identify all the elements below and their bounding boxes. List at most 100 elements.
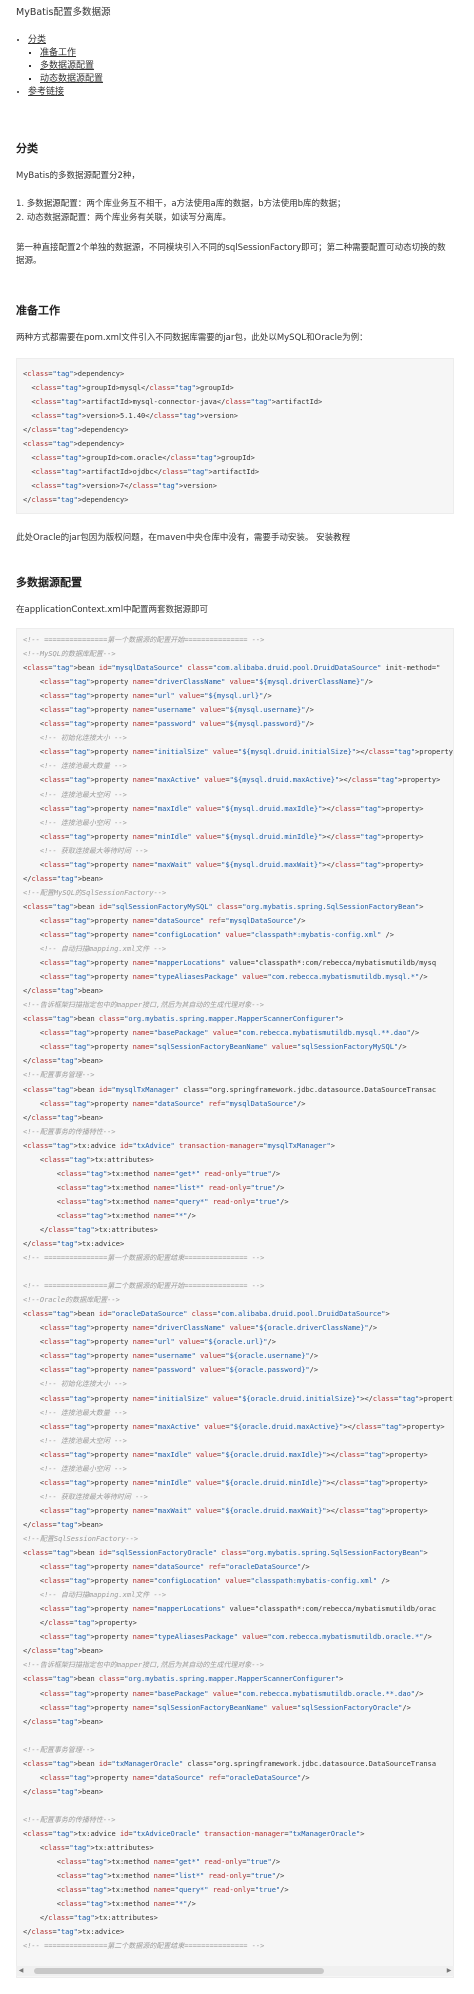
toc-item-dynamic-datasource[interactable]: 动态数据源配置 xyxy=(40,73,474,86)
code-line: </class="tag">tx:advice> xyxy=(23,1240,125,1249)
code-line: <class="tag">property name="username" va… xyxy=(23,706,314,715)
scrollbar-thumb[interactable] xyxy=(34,1968,324,1974)
toc-link-classification[interactable]: 分类 xyxy=(28,35,46,45)
toc-link-multi-datasource[interactable]: 多数据源配置 xyxy=(40,61,94,71)
table-of-contents: 分类 准备工作 多数据源配置 动态数据源配置 参考链接 xyxy=(16,34,474,99)
code-line: <class="tag">property name="mapperLocati… xyxy=(23,1605,437,1614)
pom-dependencies-code: <class="tag">dependency> <class="tag">gr… xyxy=(16,358,454,514)
code-line: <!-- 自动扫描mapping.xml文件 --> xyxy=(23,1591,167,1600)
code-line: <!--配置事务的传播特性--> xyxy=(23,1815,116,1824)
code-line: <class="tag">artifactId>mysql-connector-… xyxy=(23,398,323,406)
code-line: <!-- 连接池最大数量 --> xyxy=(23,1408,127,1417)
code-line: <class="tag">bean id="sqlSessionFactoryO… xyxy=(23,1549,428,1558)
toc-item-references[interactable]: 参考链接 xyxy=(28,86,474,99)
code-line: <!-- 初始化连接大小 --> xyxy=(23,1380,127,1389)
code-line: <!-- ===============第一个数据源的配置开始=========… xyxy=(23,636,265,644)
code-line: <class="tag">property name="maxActive" v… xyxy=(23,776,441,785)
code-line: </class="tag">bean> xyxy=(23,1113,104,1122)
code-line: <class="tag">tx:method name="*"/> xyxy=(23,1211,196,1220)
code-line: <!--Oracle的数据库配置--> xyxy=(23,1296,120,1305)
code-line: </class="tag">bean> xyxy=(23,1717,104,1726)
application-context-code: <!-- ===============第一个数据源的配置开始=========… xyxy=(16,628,454,1978)
multi-datasource-intro: 在applicationContext.xml中配置两套数据源即可 xyxy=(16,605,209,615)
code-line: <class="tag">property name="url" value="… xyxy=(23,1338,276,1347)
code-line: <class="tag">property name="basePackage"… xyxy=(23,1029,420,1038)
code-line: <class="tag">property name="password" va… xyxy=(23,1366,319,1375)
code-line: <class="tag">property name="dataSource" … xyxy=(23,1099,306,1108)
code-line: </class="tag">bean> xyxy=(23,987,104,996)
toc-link-preparation[interactable]: 准备工作 xyxy=(40,48,76,58)
code-line: <class="tag">tx:method name="*"/> xyxy=(23,1900,196,1909)
code-line: </class="tag">bean> xyxy=(23,1057,104,1066)
code-line: <class="tag">property name="maxWait" val… xyxy=(23,1506,428,1515)
code-line: </class="tag">tx:advice> xyxy=(23,1928,125,1937)
heading-multi-datasource: 多数据源配置 xyxy=(16,576,82,589)
code-line: <class="tag">tx:attributes> xyxy=(23,1155,154,1164)
code-line: <!-- 连接池最小空闲 --> xyxy=(23,1464,127,1473)
code-line: <class="tag">groupId>com.oracle</class="… xyxy=(23,454,255,462)
code-line: <!--配置SqlSessionFactory--> xyxy=(23,1535,139,1543)
code-line: <class="tag">bean class="org.mybatis.spr… xyxy=(23,1675,344,1684)
code-line: </class="tag">bean> xyxy=(23,1787,104,1796)
code-line: <class="tag">property name="maxWait" val… xyxy=(23,860,424,869)
code-line: </class="tag">tx:attributes> xyxy=(23,1914,158,1923)
code-horizontal-scrollbar[interactable]: ◀ ▶ xyxy=(16,1966,454,1976)
code-line: <class="tag">tx:advice id="txAdviceOracl… xyxy=(23,1829,365,1838)
code-line: <class="tag">property name="maxIdle" val… xyxy=(23,1450,428,1459)
code-line: <class="tag">property name="maxActive" v… xyxy=(23,1422,445,1431)
code-line: <class="tag">tx:method name="query*" rea… xyxy=(23,1197,289,1206)
code-line: <class="tag">property name="minIdle" val… xyxy=(23,832,424,841)
code-line: <class="tag">property name="sqlSessionFa… xyxy=(23,1703,411,1712)
toc-link-references[interactable]: 参考链接 xyxy=(28,87,64,97)
code-line: <!--配置事务的传播特性--> xyxy=(23,1127,116,1136)
code-line: <class="tag">tx:method name="list*" read… xyxy=(23,1183,285,1192)
code-line: <class="tag">tx:method name="list*" read… xyxy=(23,1872,285,1881)
code-line: </class="tag">tx:attributes> xyxy=(23,1225,158,1234)
code-line: <class="tag">bean id="txManagerOracle" c… xyxy=(23,1759,437,1768)
toc-link-dynamic-datasource[interactable]: 动态数据源配置 xyxy=(40,74,103,84)
code-line: <class="tag">property name="password" va… xyxy=(23,720,314,729)
code-line: <!--告诉框架扫描指定包中的mapper接口,然后为其自动的生成代理对象--> xyxy=(23,1001,265,1010)
code-line: <class="tag">property name="typeAliasesP… xyxy=(23,1633,432,1642)
code-line: <!-- ===============第二个数据源的配置开始=========… xyxy=(23,1282,265,1291)
code-line: <class="tag">property name="url" value="… xyxy=(23,692,272,701)
code-line: <class="tag">bean id="mysqlTxManager" cl… xyxy=(23,1085,437,1094)
code-line: <class="tag">tx:attributes> xyxy=(23,1844,154,1853)
code-line: <class="tag">dependency> xyxy=(23,440,125,448)
heading-preparation: 准备工作 xyxy=(16,304,60,317)
scroll-right-icon[interactable]: ▶ xyxy=(444,1966,454,1976)
toc-item-classification[interactable]: 分类 准备工作 多数据源配置 动态数据源配置 xyxy=(28,34,474,86)
toc-item-preparation[interactable]: 准备工作 xyxy=(40,47,474,60)
code-line: <class="tag">version>5.1.40</class="tag"… xyxy=(23,412,238,420)
code-line: <class="tag">bean class="org.mybatis.spr… xyxy=(23,1015,344,1024)
code-line: <!-- 自动扫描mapping.xml文件 --> xyxy=(23,945,167,954)
code-line: <class="tag">property name="initialSize"… xyxy=(23,1394,453,1403)
code-line: <class="tag">property name="initialSize"… xyxy=(23,748,454,757)
code-line: <class="tag">property name="username" va… xyxy=(23,1352,319,1361)
code-line: <!--配置MySQL的SqlSessionFactory--> xyxy=(23,888,167,897)
heading-classification: 分类 xyxy=(16,142,38,155)
toc-item-multi-datasource[interactable]: 多数据源配置 xyxy=(40,60,474,73)
code-line: <class="tag">version>7</class="tag">vers… xyxy=(23,482,217,490)
code-line: <class="tag">tx:method name="get*" read-… xyxy=(23,1858,281,1867)
classification-item-2: 2. 动态数据源配置：两个库业务有关联，如读写分离库。 xyxy=(16,213,231,223)
scroll-left-icon[interactable]: ◀ xyxy=(16,1966,26,1976)
code-line: <!--配置事务管理--> xyxy=(23,1071,95,1080)
code-line: <class="tag">tx:advice id="txAdvice" tra… xyxy=(23,1141,335,1150)
code-line: <class="tag">property name="dataSource" … xyxy=(23,1563,310,1572)
code-line: <class="tag">dependency> xyxy=(23,370,125,378)
article-page: MyBatis配置多数据源 分类 准备工作 多数据源配置 动态数据源配置 参考链… xyxy=(0,0,474,1994)
code-line: <!-- ===============第二个数据源的配置结束=========… xyxy=(23,1942,265,1951)
code-line: <class="tag">property name="driverClassN… xyxy=(23,678,373,687)
page-title: MyBatis配置多数据源 xyxy=(16,7,111,18)
code-line: </class="tag">bean> xyxy=(23,1520,104,1529)
code-line: </class="tag">dependency> xyxy=(23,496,129,504)
code-line: <class="tag">property name="sqlSessionFa… xyxy=(23,1043,407,1052)
code-line: </class="tag">dependency> xyxy=(23,426,129,434)
preparation-note: 此处Oracle的jar包因为版权问题，在maven中央仓库中没有，需要手动安装… xyxy=(16,533,351,543)
code-line: <class="tag">property name="typeAliasesP… xyxy=(23,973,428,982)
code-line: </class="tag">bean> xyxy=(23,1647,104,1656)
code-line: <class="tag">property name="driverClassN… xyxy=(23,1324,378,1333)
code-line: <!--配置事务管理--> xyxy=(23,1745,95,1754)
preparation-intro: 两种方式都需要在pom.xml文件引入不同数据库需要的jar包，此处以MySQL… xyxy=(16,333,368,343)
